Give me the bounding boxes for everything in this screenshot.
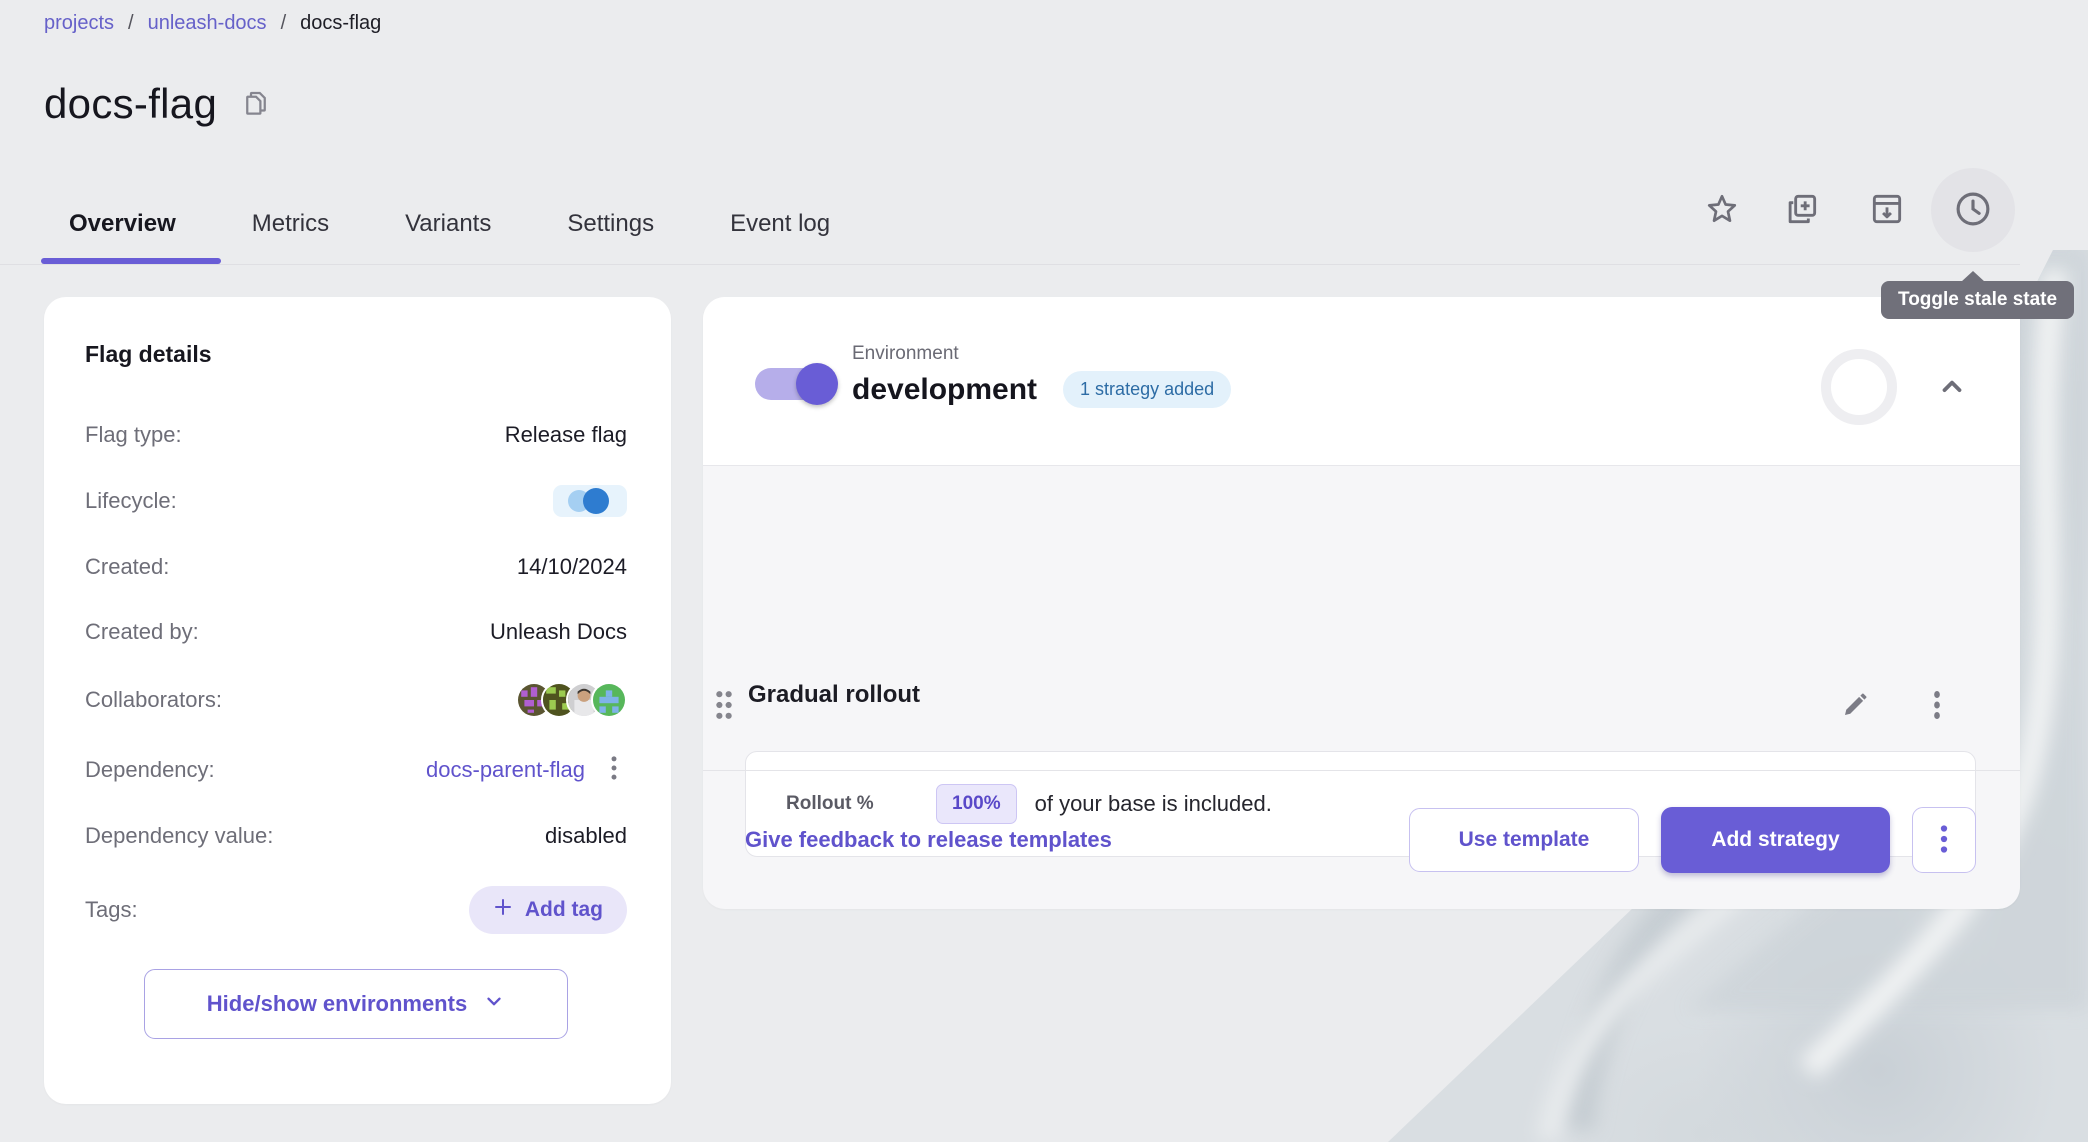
chevron-up-icon: [1937, 372, 1967, 405]
tab-bar: Overview Metrics Variants Settings Event…: [69, 196, 830, 252]
release-templates-feedback-link[interactable]: Give feedback to release templates: [745, 827, 1112, 853]
collaborators-label: Collaborators:: [85, 687, 222, 713]
clone-flag-button[interactable]: [1774, 182, 1830, 238]
strategy-section: Gradual rollout Rollout % 100% of your b…: [703, 466, 2020, 770]
plus-icon: [493, 897, 513, 923]
copy-plus-icon: [1783, 190, 1821, 231]
breadcrumb-link-projects[interactable]: projects: [44, 12, 114, 35]
breadcrumb-link-project[interactable]: unleash-docs: [148, 12, 267, 35]
add-tag-button[interactable]: Add tag: [469, 886, 627, 934]
lifecycle-stage-badge[interactable]: [553, 485, 627, 517]
metrics-ring: [1821, 349, 1897, 425]
flag-overview-page: projects / unleash-docs / docs-flag docs…: [0, 0, 2088, 1142]
environment-label: Environment: [852, 343, 1231, 365]
dependency-menu-button[interactable]: [601, 753, 627, 786]
clock-icon: [1952, 188, 1994, 233]
created-label: Created:: [85, 554, 169, 580]
created-by-row: Created by: Unleash Docs: [85, 617, 627, 647]
flag-type-label: Flag type:: [85, 422, 182, 448]
dependency-link[interactable]: docs-parent-flag: [426, 757, 585, 783]
tab-divider: [0, 264, 2020, 265]
lifecycle-label: Lifecycle:: [85, 488, 177, 514]
collaborators-row: Collaborators:: [85, 682, 627, 718]
tags-row: Tags: Add tag: [85, 886, 627, 934]
favorite-button[interactable]: [1694, 182, 1750, 238]
dependency-row: Dependency: docs-parent-flag: [85, 753, 627, 786]
kebab-icon: [1933, 824, 1955, 857]
kebab-icon: [1925, 690, 1949, 723]
breadcrumb: projects / unleash-docs / docs-flag: [44, 12, 381, 35]
title-row: docs-flag: [44, 80, 271, 128]
flag-type-row: Flag type: Release flag: [85, 420, 627, 450]
flag-details-card: Flag details Flag type: Release flag Lif…: [44, 297, 671, 1104]
hide-show-environments-label: Hide/show environments: [207, 991, 467, 1017]
strategy-menu-button[interactable]: [1915, 684, 1959, 728]
drag-handle-icon[interactable]: [713, 688, 735, 725]
flag-type-value: Release flag: [505, 422, 627, 448]
archive-icon: [1868, 190, 1906, 231]
archive-flag-button[interactable]: [1859, 182, 1915, 238]
dependency-value-row: Dependency value: disabled: [85, 821, 627, 851]
tab-variants[interactable]: Variants: [405, 210, 491, 238]
tab-metrics[interactable]: Metrics: [252, 210, 329, 238]
footer-actions: Use template Add strategy: [1409, 807, 1976, 873]
environment-name: development: [852, 373, 1037, 407]
environment-header: Environment development 1 strategy added: [703, 297, 2020, 466]
flag-details-heading: Flag details: [85, 341, 627, 368]
hide-show-environments-button[interactable]: Hide/show environments: [144, 969, 568, 1039]
tab-event-log[interactable]: Event log: [730, 210, 830, 238]
created-row: Created: 14/10/2024: [85, 552, 627, 582]
add-tag-label: Add tag: [525, 898, 603, 922]
kebab-icon: [603, 755, 625, 784]
collapse-environment-button[interactable]: [1929, 365, 1975, 411]
tooltip-text: Toggle stale state: [1898, 289, 2057, 310]
pencil-icon: [1840, 690, 1870, 723]
dependency-value-value: disabled: [545, 823, 627, 849]
dependency-label: Dependency:: [85, 757, 215, 783]
created-value: 14/10/2024: [517, 554, 627, 580]
tags-label: Tags:: [85, 897, 138, 923]
tab-overview[interactable]: Overview: [69, 210, 176, 238]
copy-icon: [241, 88, 271, 121]
created-by-value: Unleash Docs: [490, 619, 627, 645]
add-strategy-button[interactable]: Add strategy: [1661, 807, 1890, 873]
copy-flag-name-button[interactable]: [241, 88, 271, 121]
breadcrumb-separator: /: [128, 12, 134, 35]
avatar[interactable]: [591, 682, 627, 718]
toggle-stale-button[interactable]: [1931, 168, 2015, 252]
use-template-button[interactable]: Use template: [1409, 808, 1639, 872]
breadcrumb-current: docs-flag: [300, 12, 381, 35]
edit-strategy-button[interactable]: [1833, 684, 1877, 728]
page-title: docs-flag: [44, 80, 217, 128]
strategy-name: Gradual rollout: [748, 681, 920, 709]
strategy-count-badge: 1 strategy added: [1063, 371, 1231, 408]
environment-footer: Give feedback to release templates Use t…: [703, 770, 2020, 909]
environment-meta: Environment development 1 strategy added: [852, 343, 1231, 408]
chevron-down-icon: [483, 990, 505, 1018]
collaborator-avatars: [516, 682, 627, 718]
environment-toggle[interactable]: [755, 368, 835, 400]
tooltip-arrow: [1961, 271, 1985, 282]
toggle-knob: [796, 363, 838, 405]
environment-card: Environment development 1 strategy added: [703, 297, 2020, 909]
lifecycle-row: Lifecycle:: [85, 485, 627, 517]
created-by-label: Created by:: [85, 619, 199, 645]
dependency-value-label: Dependency value:: [85, 823, 273, 849]
breadcrumb-separator: /: [281, 12, 287, 35]
lifecycle-stage-icon: [583, 488, 609, 514]
stale-state-tooltip: Toggle stale state: [1881, 281, 2074, 319]
more-strategy-options-button[interactable]: [1912, 807, 1976, 873]
star-icon: [1704, 191, 1740, 230]
tab-settings[interactable]: Settings: [567, 210, 654, 238]
